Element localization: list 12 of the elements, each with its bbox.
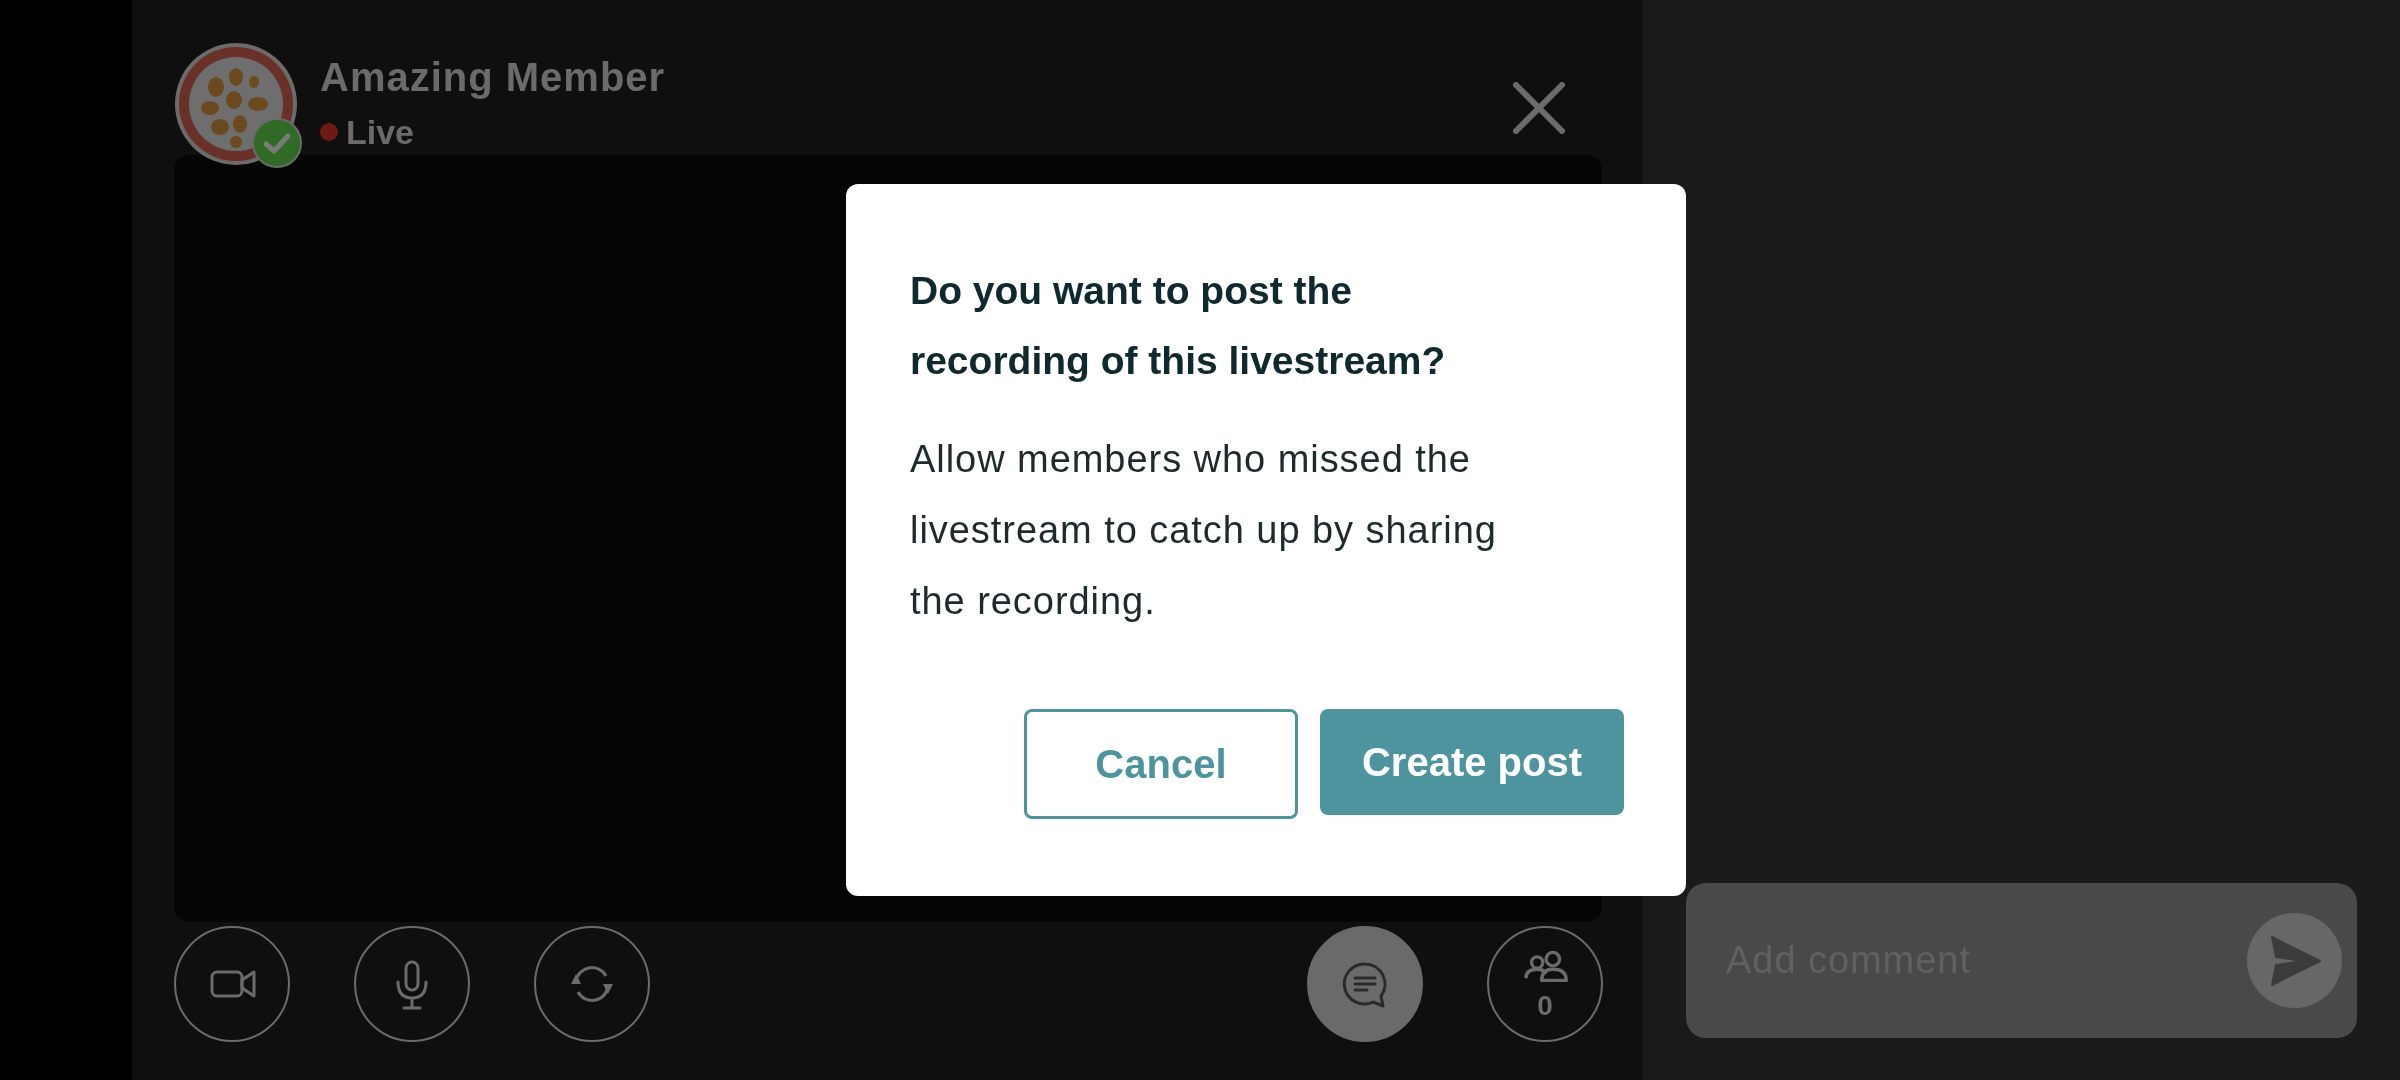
viewers-button[interactable]: 0 xyxy=(1487,926,1603,1042)
member-name: Amazing Member xyxy=(320,54,666,101)
microphone-button[interactable] xyxy=(354,926,470,1042)
dialog-title: Do you want to post the recording of this livestream? xyxy=(910,268,1447,384)
cancel-button[interactable]: Cancel xyxy=(1023,709,1298,819)
create-post-button[interactable]: Create post xyxy=(1319,709,1624,815)
viewer-count: 0 xyxy=(1537,991,1553,1021)
close-icon[interactable] xyxy=(1513,82,1565,134)
live-status: Live xyxy=(346,112,415,152)
dialog-message: Allow members who missed the livestream to catch up by sharing the recording. xyxy=(910,437,1498,624)
switch-camera-button[interactable] xyxy=(534,926,650,1042)
camera-button[interactable] xyxy=(174,926,290,1042)
